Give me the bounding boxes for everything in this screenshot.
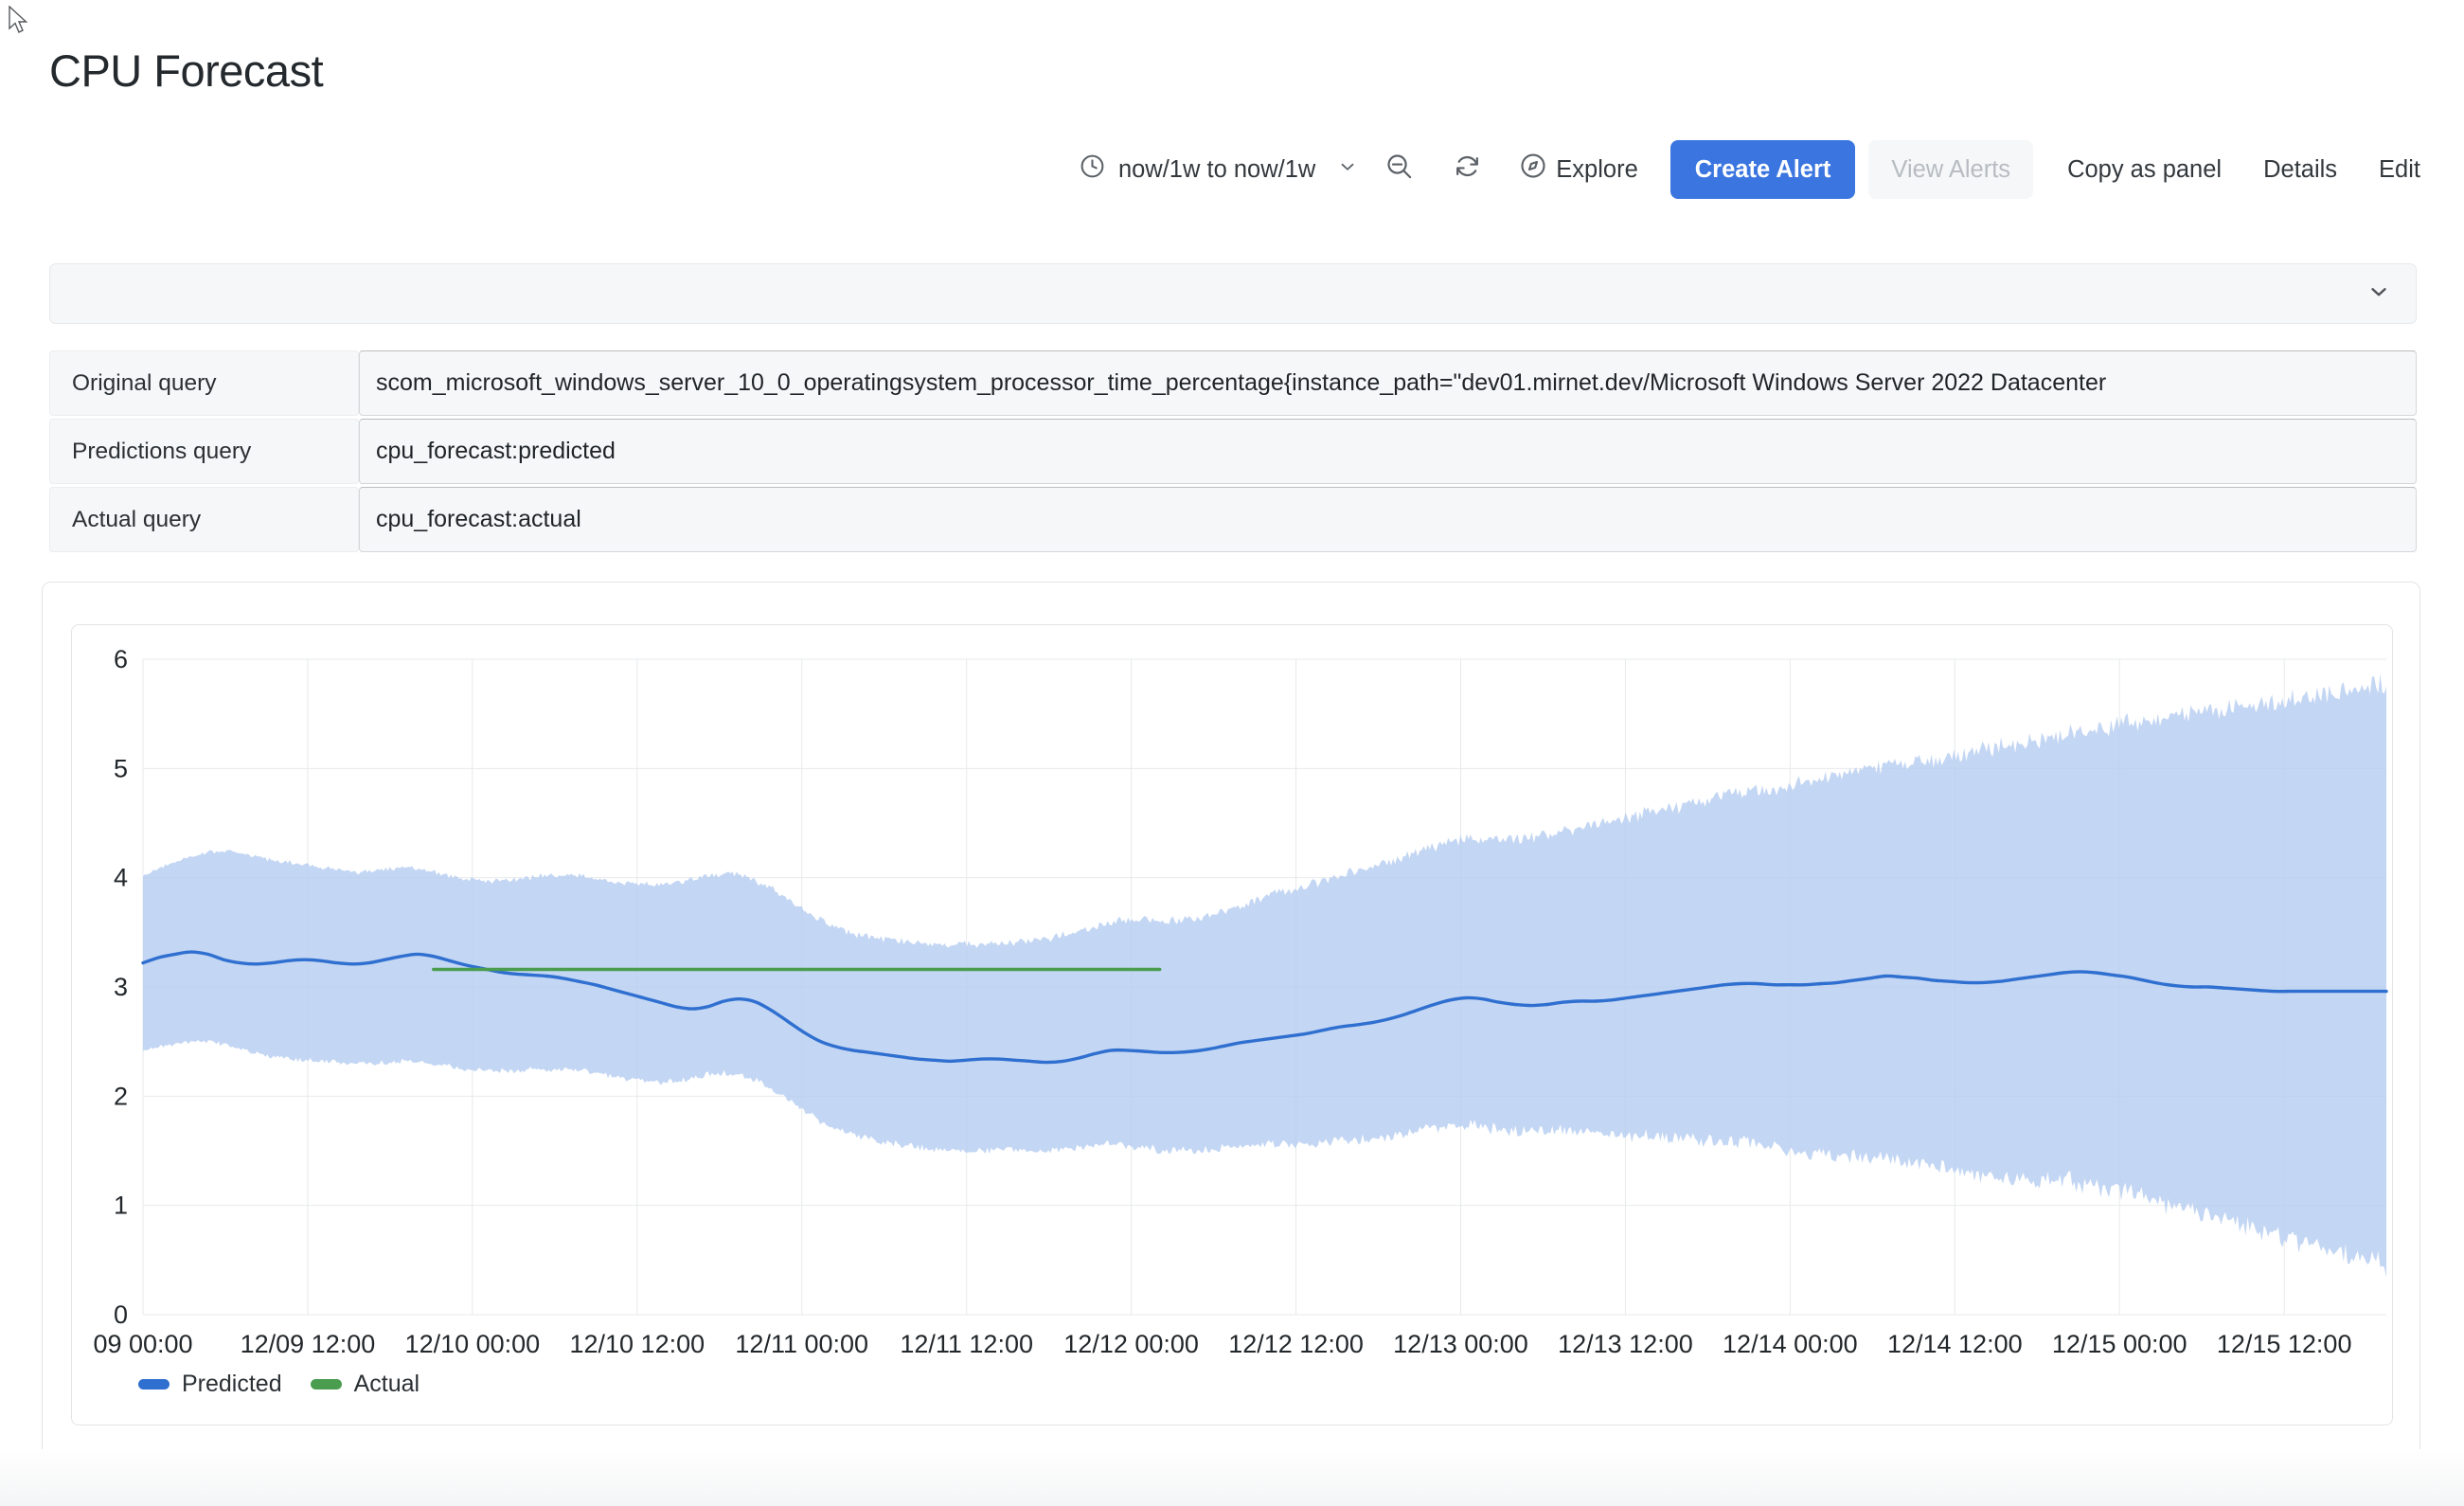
query-label: Actual query bbox=[49, 487, 359, 552]
legend-item-predicted[interactable]: Predicted bbox=[138, 1371, 282, 1398]
time-range-label: now/1w to now/1w bbox=[1117, 155, 1316, 183]
panel-selector-dropdown[interactable] bbox=[49, 263, 2417, 324]
x-axis-tick-label: 12/15 00:00 bbox=[2052, 1330, 2187, 1358]
query-value[interactable]: cpu_forecast:actual bbox=[359, 487, 2417, 552]
legend-swatch-predicted bbox=[138, 1379, 170, 1389]
y-axis-tick-label: 4 bbox=[114, 864, 128, 892]
explore-label: Explore bbox=[1556, 155, 1638, 183]
y-axis-tick-label: 5 bbox=[114, 754, 128, 782]
y-axis-tick-label: 0 bbox=[114, 1300, 128, 1329]
legend-label-actual: Actual bbox=[353, 1371, 420, 1397]
mouse-cursor bbox=[9, 6, 28, 33]
panel-toolbar: now/1w to now/1w Explore Create Alert Vi… bbox=[0, 138, 2430, 201]
x-axis-tick-label: 12/12 00:00 bbox=[1063, 1330, 1199, 1358]
page-footer-strip bbox=[0, 1449, 2464, 1506]
refresh-button[interactable] bbox=[1437, 140, 1496, 199]
x-axis-tick-label: 12/15 12:00 bbox=[2217, 1330, 2352, 1358]
refresh-icon bbox=[1453, 152, 1482, 188]
x-axis-tick-label: 12/11 00:00 bbox=[735, 1330, 868, 1358]
legend-swatch-actual bbox=[310, 1379, 342, 1389]
chevron-down-icon bbox=[2366, 279, 2391, 309]
y-axis-tick-label: 3 bbox=[114, 973, 128, 1001]
y-axis-tick-label: 1 bbox=[114, 1192, 128, 1220]
chart-legend: Predicted Actual bbox=[138, 1371, 420, 1398]
table-row: Original query scom_microsoft_windows_se… bbox=[49, 350, 2417, 416]
query-value[interactable]: cpu_forecast:predicted bbox=[359, 419, 2417, 484]
x-axis-tick-label: 09 00:00 bbox=[93, 1330, 192, 1358]
page-title: CPU Forecast bbox=[49, 45, 324, 96]
chevron-down-icon bbox=[1337, 156, 1358, 184]
x-axis-tick-label: 12/11 12:00 bbox=[900, 1330, 1033, 1358]
query-label: Original query bbox=[49, 350, 359, 416]
forecast-panel-card: 0 1 2 3 4 5 6 09 00:00 12/09 12:00 12/10 00:00 12/… bbox=[42, 582, 2420, 1481]
create-alert-button[interactable]: Create Alert bbox=[1669, 140, 1856, 199]
legend-label-predicted: Predicted bbox=[182, 1371, 282, 1397]
time-range-picker[interactable]: now/1w to now/1w bbox=[1069, 138, 1369, 201]
table-row: Predictions query cpu_forecast:predicted bbox=[49, 419, 2417, 484]
forecast-chart[interactable]: 0 1 2 3 4 5 6 09 00:00 12/09 12:00 12/10 00:00 12/… bbox=[72, 625, 2394, 1426]
x-axis-tick-label: 12/14 00:00 bbox=[1723, 1330, 1858, 1358]
x-axis-tick-label: 12/10 00:00 bbox=[405, 1330, 541, 1358]
legend-item-actual[interactable]: Actual bbox=[310, 1371, 420, 1398]
view-alerts-button: View Alerts bbox=[1868, 140, 2034, 199]
table-row: Actual query cpu_forecast:actual bbox=[49, 487, 2417, 552]
copy-as-panel-button[interactable]: Copy as panel bbox=[2046, 140, 2242, 199]
zoom-out-button[interactable] bbox=[1369, 140, 1428, 199]
zoom-out-icon bbox=[1384, 152, 1414, 188]
y-axis-tick-label: 2 bbox=[114, 1082, 128, 1110]
x-axis-tick-label: 12/13 00:00 bbox=[1393, 1330, 1528, 1358]
query-label: Predictions query bbox=[49, 419, 359, 484]
y-axis-tick-label: 6 bbox=[114, 645, 128, 673]
x-axis-tick-label: 12/14 12:00 bbox=[1887, 1330, 2023, 1358]
x-axis-tick-label: 12/09 12:00 bbox=[241, 1330, 376, 1358]
clock-icon bbox=[1079, 152, 1106, 187]
x-axis-tick-label: 12/10 12:00 bbox=[569, 1330, 705, 1358]
chart-canvas[interactable]: 0 1 2 3 4 5 6 09 00:00 12/09 12:00 12/10 00:00 12/… bbox=[72, 625, 2394, 1426]
details-button[interactable]: Details bbox=[2242, 140, 2358, 199]
x-axis-tick-label: 12/13 12:00 bbox=[1558, 1330, 1693, 1358]
chart-card: 0 1 2 3 4 5 6 09 00:00 12/09 12:00 12/10 00:00 12/… bbox=[71, 624, 2393, 1425]
query-value[interactable]: scom_microsoft_windows_server_10_0_opera… bbox=[359, 350, 2417, 416]
explore-button[interactable]: Explore bbox=[1509, 138, 1652, 201]
edit-button[interactable]: Edit bbox=[2358, 140, 2430, 199]
compass-icon bbox=[1519, 152, 1547, 180]
x-axis-tick-label: 12/12 12:00 bbox=[1228, 1330, 1364, 1358]
query-table: Original query scom_microsoft_windows_se… bbox=[49, 350, 2417, 555]
